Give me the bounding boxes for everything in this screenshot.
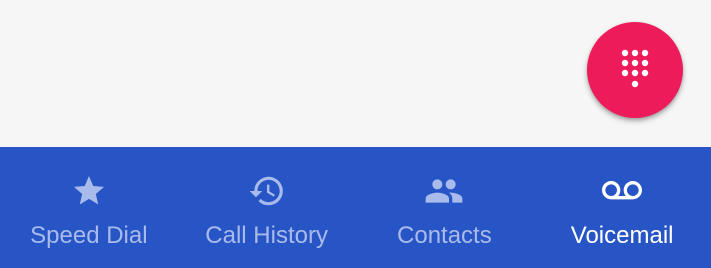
nav-label-voicemail: Voicemail — [570, 222, 674, 249]
voicemail-icon — [602, 171, 643, 211]
nav-label-speed-dial: Speed Dial — [30, 222, 148, 249]
dialpad-button[interactable] — [587, 22, 683, 118]
dialpad-icon — [621, 49, 649, 88]
nav-item-voicemail[interactable]: Voicemail — [533, 147, 711, 268]
bottom-navigation: Speed Dial Call History Contacts Voicema… — [0, 147, 711, 268]
nav-item-speed-dial[interactable]: Speed Dial — [0, 147, 178, 268]
nav-item-contacts[interactable]: Contacts — [356, 147, 534, 268]
nav-label-call-history: Call History — [205, 222, 328, 249]
history-icon — [247, 171, 287, 211]
star-icon — [69, 171, 109, 211]
contacts-icon — [424, 171, 464, 211]
nav-label-contacts: Contacts — [397, 222, 492, 249]
nav-item-call-history[interactable]: Call History — [178, 147, 356, 268]
